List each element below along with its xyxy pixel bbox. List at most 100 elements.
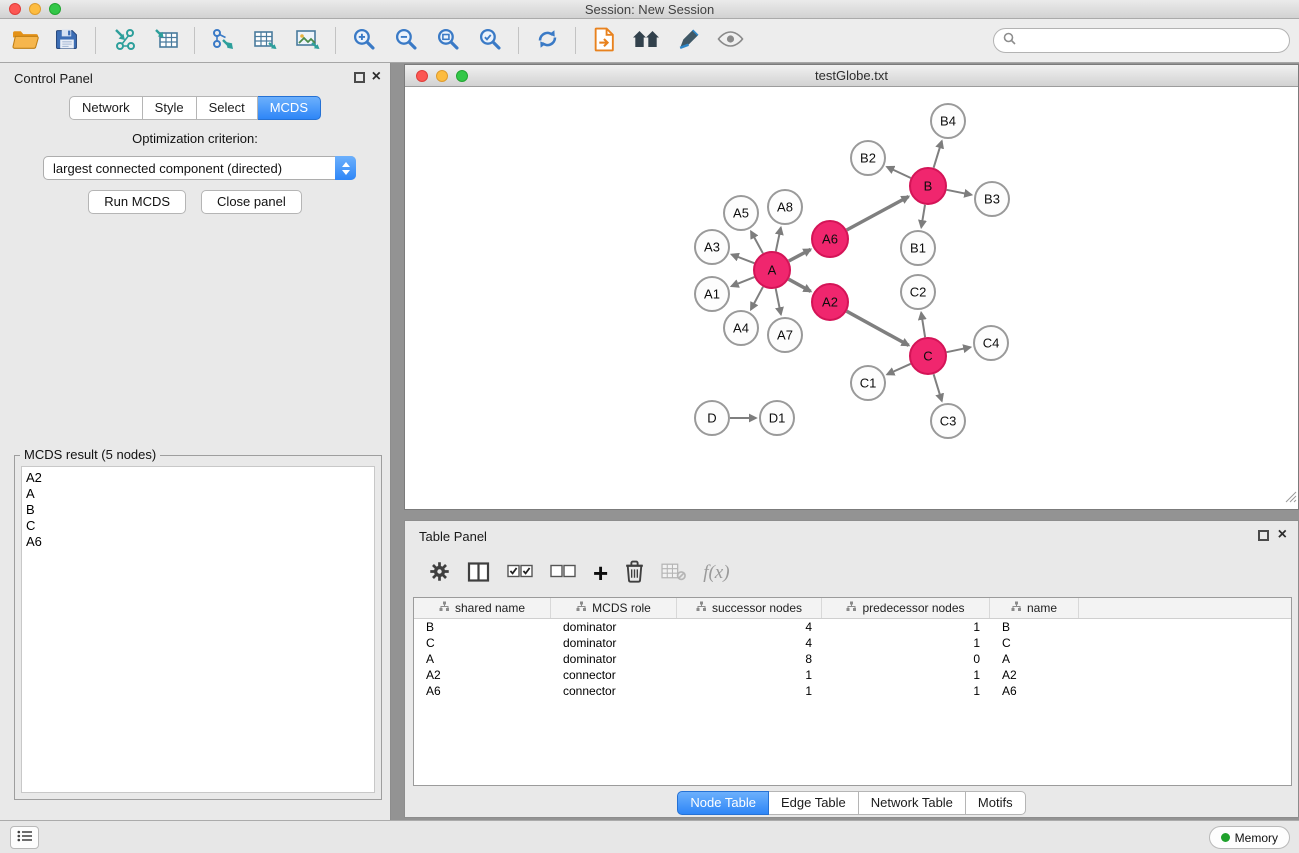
table-cell[interactable]: A bbox=[990, 652, 1079, 666]
table-cell[interactable]: dominator bbox=[551, 620, 677, 634]
float-table-panel-icon[interactable] bbox=[1258, 530, 1269, 541]
node-C1[interactable]: C1 bbox=[851, 366, 885, 400]
table-tab-node-table[interactable]: Node Table bbox=[677, 791, 769, 815]
export-network-button[interactable] bbox=[202, 23, 244, 59]
node-A1[interactable]: A1 bbox=[695, 277, 729, 311]
zoom-selected-button[interactable] bbox=[469, 23, 511, 59]
tab-mcds[interactable]: MCDS bbox=[258, 96, 321, 120]
node-A4[interactable]: A4 bbox=[724, 311, 758, 345]
add-column-button[interactable]: + bbox=[593, 563, 608, 583]
table-cell[interactable]: 0 bbox=[822, 652, 990, 666]
close-table-panel-icon[interactable]: × bbox=[1278, 526, 1287, 544]
export-table-button[interactable] bbox=[244, 23, 286, 59]
edge-A-A5[interactable] bbox=[751, 231, 763, 253]
table-row[interactable]: Bdominator41B bbox=[414, 619, 1291, 635]
table-row[interactable]: A6connector11A6 bbox=[414, 683, 1291, 699]
network-canvas[interactable]: B4B2BB3A5A8A6A3B1AA1C2A2A4A7C4CC1C3DD1 bbox=[405, 87, 1298, 509]
edge-A-A2[interactable] bbox=[789, 279, 811, 291]
column-header-successor-nodes[interactable]: successor nodes bbox=[677, 598, 822, 618]
save-session-button[interactable] bbox=[46, 23, 88, 59]
tab-select[interactable]: Select bbox=[197, 96, 258, 120]
node-A8[interactable]: A8 bbox=[768, 190, 802, 224]
apply-style-button[interactable] bbox=[667, 23, 709, 59]
node-C[interactable]: C bbox=[910, 338, 946, 374]
table-cell[interactable]: C bbox=[414, 636, 551, 650]
table-tab-motifs[interactable]: Motifs bbox=[966, 791, 1026, 815]
edge-A-A8[interactable] bbox=[776, 228, 781, 252]
table-cell[interactable]: A bbox=[414, 652, 551, 666]
table-cell[interactable]: 8 bbox=[677, 652, 822, 666]
run-mcds-button[interactable]: Run MCDS bbox=[88, 190, 186, 214]
node-D1[interactable]: D1 bbox=[760, 401, 794, 435]
edge-C-C2[interactable] bbox=[921, 313, 925, 338]
resize-grip-icon[interactable] bbox=[1285, 490, 1297, 508]
mcds-result-item[interactable]: A bbox=[26, 486, 374, 502]
table-cell[interactable]: 1 bbox=[677, 684, 822, 698]
mcds-result-item[interactable]: B bbox=[26, 502, 374, 518]
edge-B-B2[interactable] bbox=[887, 167, 911, 178]
optimization-dropdown[interactable]: largest connected component (directed) bbox=[43, 156, 356, 180]
open-document-button[interactable] bbox=[583, 23, 625, 59]
node-A3[interactable]: A3 bbox=[695, 230, 729, 264]
table-cell[interactable]: 1 bbox=[822, 668, 990, 682]
table-row[interactable]: A2connector11A2 bbox=[414, 667, 1291, 683]
float-panel-icon[interactable] bbox=[354, 72, 365, 83]
node-A[interactable]: A bbox=[754, 252, 790, 288]
column-header-predecessor-nodes[interactable]: predecessor nodes bbox=[822, 598, 990, 618]
tab-network[interactable]: Network bbox=[69, 96, 143, 120]
column-header-mcds-role[interactable]: MCDS role bbox=[551, 598, 677, 618]
edge-A-A4[interactable] bbox=[751, 287, 763, 310]
close-panel-button[interactable]: Close panel bbox=[201, 190, 302, 214]
edge-A2-C[interactable] bbox=[847, 311, 909, 345]
edge-B-B1[interactable] bbox=[921, 205, 925, 228]
table-cell[interactable]: 4 bbox=[677, 620, 822, 634]
unselect-all-columns-button[interactable] bbox=[550, 564, 576, 582]
edge-C-C3[interactable] bbox=[934, 374, 942, 401]
node-A7[interactable]: A7 bbox=[768, 318, 802, 352]
mcds-result-item[interactable]: A6 bbox=[26, 534, 374, 550]
table-cell[interactable]: B bbox=[414, 620, 551, 634]
node-D[interactable]: D bbox=[695, 401, 729, 435]
node-B3[interactable]: B3 bbox=[975, 182, 1009, 216]
table-tab-edge-table[interactable]: Edge Table bbox=[769, 791, 859, 815]
zoom-in-button[interactable] bbox=[343, 23, 385, 59]
memory-button[interactable]: Memory bbox=[1209, 826, 1290, 849]
edge-B-B4[interactable] bbox=[934, 141, 942, 168]
task-history-button[interactable] bbox=[10, 826, 39, 849]
table-cell[interactable]: dominator bbox=[551, 636, 677, 650]
import-table-button[interactable] bbox=[145, 23, 187, 59]
open-session-button[interactable] bbox=[4, 23, 46, 59]
node-B2[interactable]: B2 bbox=[851, 141, 885, 175]
home-button[interactable] bbox=[625, 23, 667, 59]
search-input[interactable] bbox=[1021, 33, 1289, 48]
export-image-button[interactable] bbox=[286, 23, 328, 59]
edge-A-A3[interactable] bbox=[732, 255, 755, 264]
node-C2[interactable]: C2 bbox=[901, 275, 935, 309]
search-box[interactable] bbox=[993, 28, 1290, 53]
node-A2[interactable]: A2 bbox=[812, 284, 848, 320]
edge-A6-B[interactable] bbox=[847, 197, 909, 231]
node-A5[interactable]: A5 bbox=[724, 196, 758, 230]
delete-table-button[interactable] bbox=[661, 562, 686, 584]
select-all-columns-button[interactable] bbox=[507, 564, 533, 582]
table-cell[interactable]: 4 bbox=[677, 636, 822, 650]
table-cell[interactable]: A2 bbox=[414, 668, 551, 682]
column-header-shared-name[interactable]: shared name bbox=[414, 598, 551, 618]
edge-A-A1[interactable] bbox=[732, 277, 755, 286]
mcds-result-list[interactable]: A2ABCA6 bbox=[21, 466, 375, 793]
table-cell[interactable]: connector bbox=[551, 684, 677, 698]
zoom-out-button[interactable] bbox=[385, 23, 427, 59]
table-cell[interactable]: 1 bbox=[822, 636, 990, 650]
table-cell[interactable]: A2 bbox=[990, 668, 1079, 682]
edge-B-B3[interactable] bbox=[947, 190, 972, 195]
edge-A-A7[interactable] bbox=[776, 289, 781, 315]
close-panel-icon[interactable]: × bbox=[372, 68, 381, 86]
delete-column-button[interactable] bbox=[625, 560, 644, 586]
node-B[interactable]: B bbox=[910, 168, 946, 204]
zoom-fit-button[interactable] bbox=[427, 23, 469, 59]
node-B1[interactable]: B1 bbox=[901, 231, 935, 265]
node-C4[interactable]: C4 bbox=[974, 326, 1008, 360]
edge-A-A6[interactable] bbox=[789, 249, 811, 261]
table-settings-button[interactable] bbox=[429, 561, 450, 585]
node-B4[interactable]: B4 bbox=[931, 104, 965, 138]
